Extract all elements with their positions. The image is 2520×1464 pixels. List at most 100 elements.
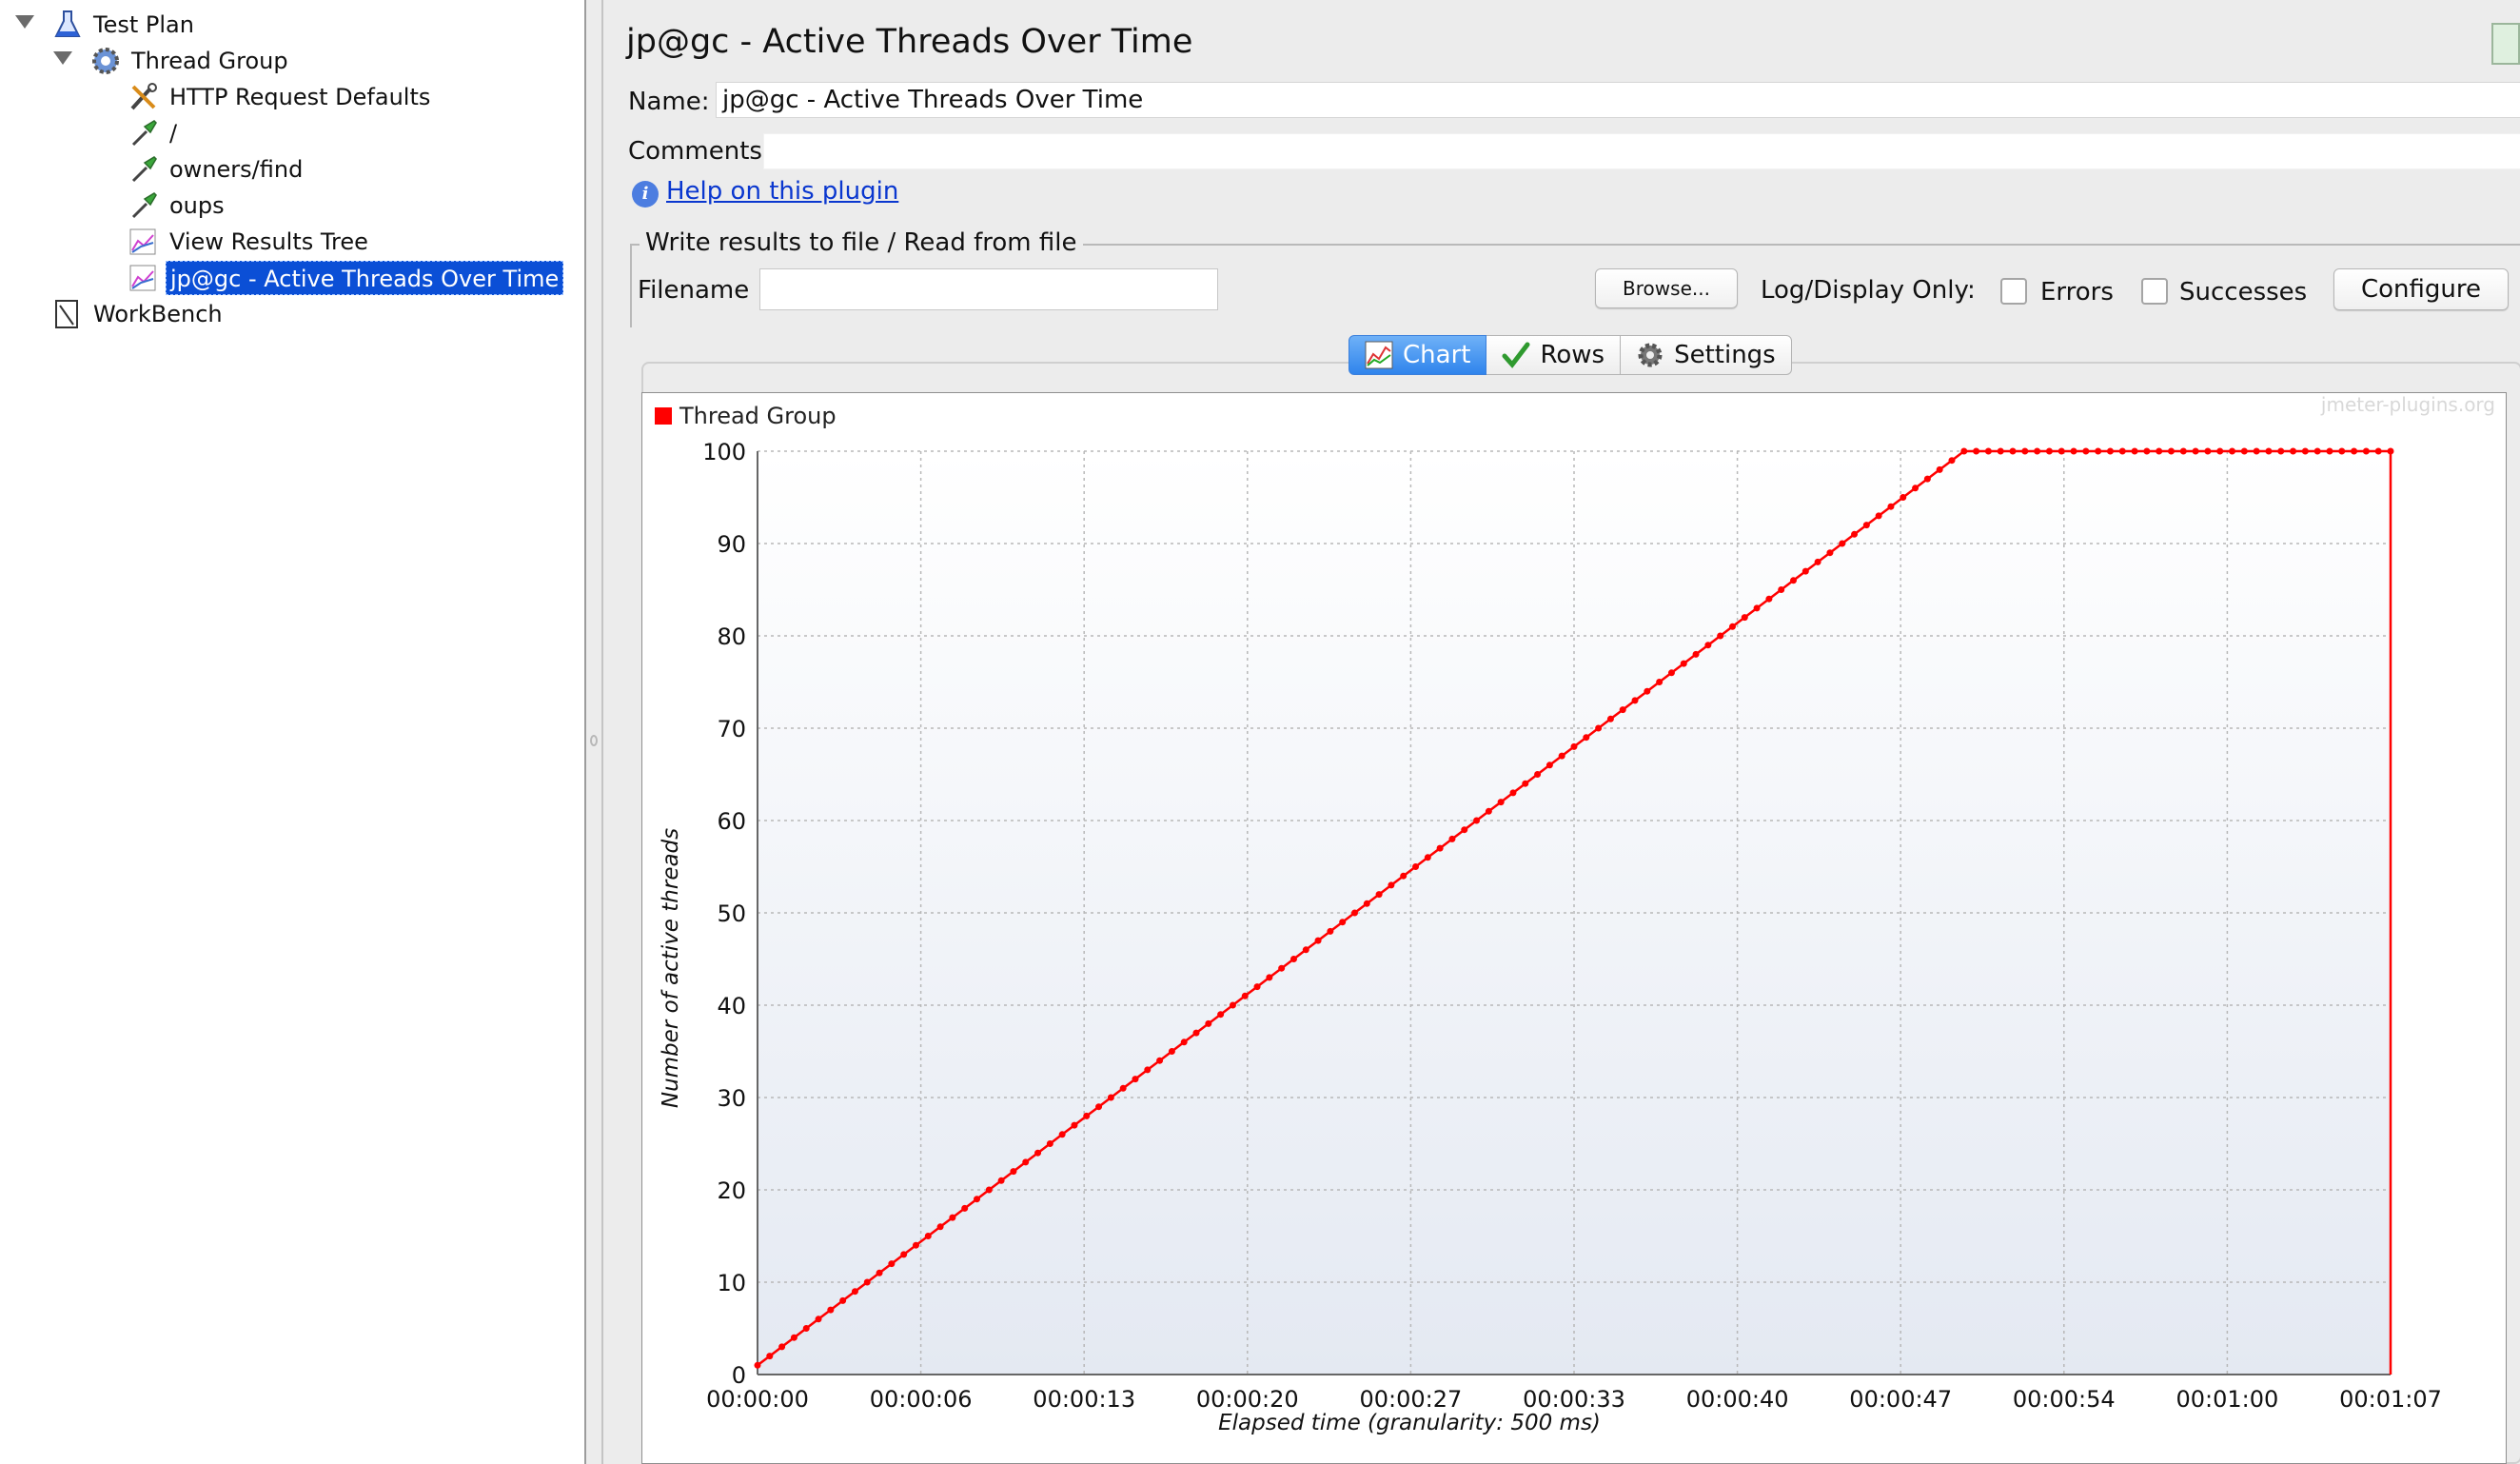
y-tick-label: 60: [717, 808, 746, 835]
chart-icon: [1365, 341, 1393, 369]
split-pane-divider[interactable]: [586, 0, 601, 1464]
filename-label: Filename: [638, 276, 750, 305]
comments-label: Comments:: [628, 137, 771, 166]
data-point: [1180, 1039, 1188, 1046]
tree-item-label: HTTP Request Defaults: [169, 84, 431, 110]
successes-checkbox[interactable]: [2141, 278, 2168, 305]
data-point: [1132, 1076, 1139, 1083]
filename-input[interactable]: [759, 268, 1218, 310]
listener-graph-icon: [129, 228, 156, 255]
data-point: [2045, 447, 2053, 455]
http-sampler-pipette-icon: [131, 120, 157, 147]
successes-label: Successes: [2179, 278, 2308, 307]
data-point: [1022, 1158, 1030, 1166]
x-tick-label: 00:00:13: [1033, 1386, 1135, 1413]
data-point: [1119, 1084, 1127, 1092]
data-point: [1144, 1066, 1152, 1074]
tree-item[interactable]: WorkBench: [51, 297, 226, 331]
data-point: [2313, 447, 2321, 455]
active-threads-chart: 0 10 20 30 40 50 60 70 80 90 100 00:00:00 00:00:06 00…: [641, 392, 2507, 1464]
tree-item[interactable]: View Results Tree: [128, 225, 372, 259]
data-point: [2106, 447, 2114, 455]
tree-item-label: jp@gc - Active Threads Over Time: [166, 261, 564, 295]
data-point: [936, 1223, 944, 1231]
browse-button[interactable]: Browse...: [1595, 268, 1738, 308]
data-point: [2265, 447, 2273, 455]
tree-item-label: oups: [169, 192, 225, 219]
tab-settings[interactable]: Settings: [1621, 335, 1792, 375]
data-point: [1534, 771, 1542, 778]
workbench-icon: [55, 300, 78, 328]
data-point: [1923, 475, 1931, 483]
data-point: [815, 1316, 822, 1323]
data-point: [1680, 660, 1687, 667]
listener-graph-icon: [129, 265, 156, 291]
test-plan-flask-icon: [54, 10, 81, 37]
data-point: [1363, 900, 1370, 907]
y-tick-label: 10: [717, 1270, 746, 1296]
data-point: [2362, 447, 2370, 455]
data-point: [863, 1278, 871, 1286]
data-point: [2290, 447, 2297, 455]
data-point: [912, 1241, 919, 1249]
configure-button[interactable]: Configure: [2333, 268, 2509, 310]
tree-item[interactable]: owners/find: [128, 152, 306, 187]
data-point: [1192, 1029, 1200, 1037]
listener-config-panel: jp@gc - Active Threads Over Time Name: j…: [601, 0, 2520, 1464]
data-point: [766, 1353, 774, 1360]
data-point: [1728, 623, 1736, 630]
data-point: [1388, 881, 1395, 889]
data-point: [1241, 992, 1249, 999]
tab-chart[interactable]: Chart: [1349, 335, 1487, 375]
tree-item[interactable]: jp@gc - Active Threads Over Time: [128, 261, 564, 295]
tree-item[interactable]: Test Plan: [15, 8, 198, 42]
data-point: [1741, 614, 1748, 622]
http-sampler-pipette-icon: [131, 156, 157, 183]
data-point: [1814, 558, 1821, 565]
data-point: [1339, 919, 1347, 926]
data-point: [2301, 447, 2309, 455]
x-tick-label: 00:01:00: [2176, 1386, 2279, 1413]
data-point: [1278, 964, 1286, 972]
tree-item[interactable]: Thread Group: [53, 44, 292, 78]
data-point: [1350, 909, 1358, 917]
data-point: [1887, 503, 1895, 510]
errors-checkbox[interactable]: [2000, 278, 2027, 305]
data-point: [1522, 780, 1529, 787]
data-point: [1485, 807, 1492, 815]
data-point: [2204, 447, 2212, 455]
data-point: [2229, 447, 2236, 455]
tree-item[interactable]: HTTP Request Defaults: [128, 80, 434, 114]
comments-field[interactable]: [763, 133, 2520, 169]
watermark: jmeter-plugins.org: [2320, 393, 2495, 416]
legend-swatch-thread-group: [655, 407, 672, 425]
data-point: [2351, 447, 2358, 455]
y-tick-label: 0: [732, 1362, 746, 1389]
thread-group-gear-icon: [92, 48, 119, 74]
data-point: [900, 1251, 908, 1258]
tree-item[interactable]: oups: [128, 188, 228, 223]
data-point: [2021, 447, 2029, 455]
x-tick-label: 00:00:20: [1196, 1386, 1299, 1413]
data-point: [1900, 494, 1907, 501]
test-plan-tree[interactable]: Test Plan Thread Group HTTP Request Defaul…: [0, 0, 586, 1464]
splitter-grip-icon[interactable]: [590, 735, 598, 746]
expand-toggle-icon[interactable]: [15, 15, 34, 29]
expand-toggle-icon[interactable]: [53, 51, 72, 65]
help-link[interactable]: Help on this plugin: [666, 177, 898, 206]
data-point: [985, 1186, 993, 1194]
data-point: [2156, 447, 2163, 455]
tab-rows-label: Rows: [1540, 341, 1605, 369]
expand-window-icon[interactable]: [2491, 23, 2520, 65]
data-point: [1656, 679, 1664, 685]
data-point: [1631, 697, 1639, 704]
tree-item-label: WorkBench: [93, 301, 223, 327]
data-point: [1083, 1112, 1091, 1119]
tab-rows[interactable]: Rows: [1486, 335, 1622, 375]
view-tabs: Chart Rows Settings: [1349, 335, 1792, 375]
tree-item-label: owners/find: [169, 156, 304, 183]
name-field[interactable]: jp@gc - Active Threads Over Time: [716, 82, 2520, 118]
data-point: [1790, 577, 1798, 584]
tree-item-label: Test Plan: [93, 11, 194, 38]
tree-item[interactable]: /: [128, 116, 181, 150]
